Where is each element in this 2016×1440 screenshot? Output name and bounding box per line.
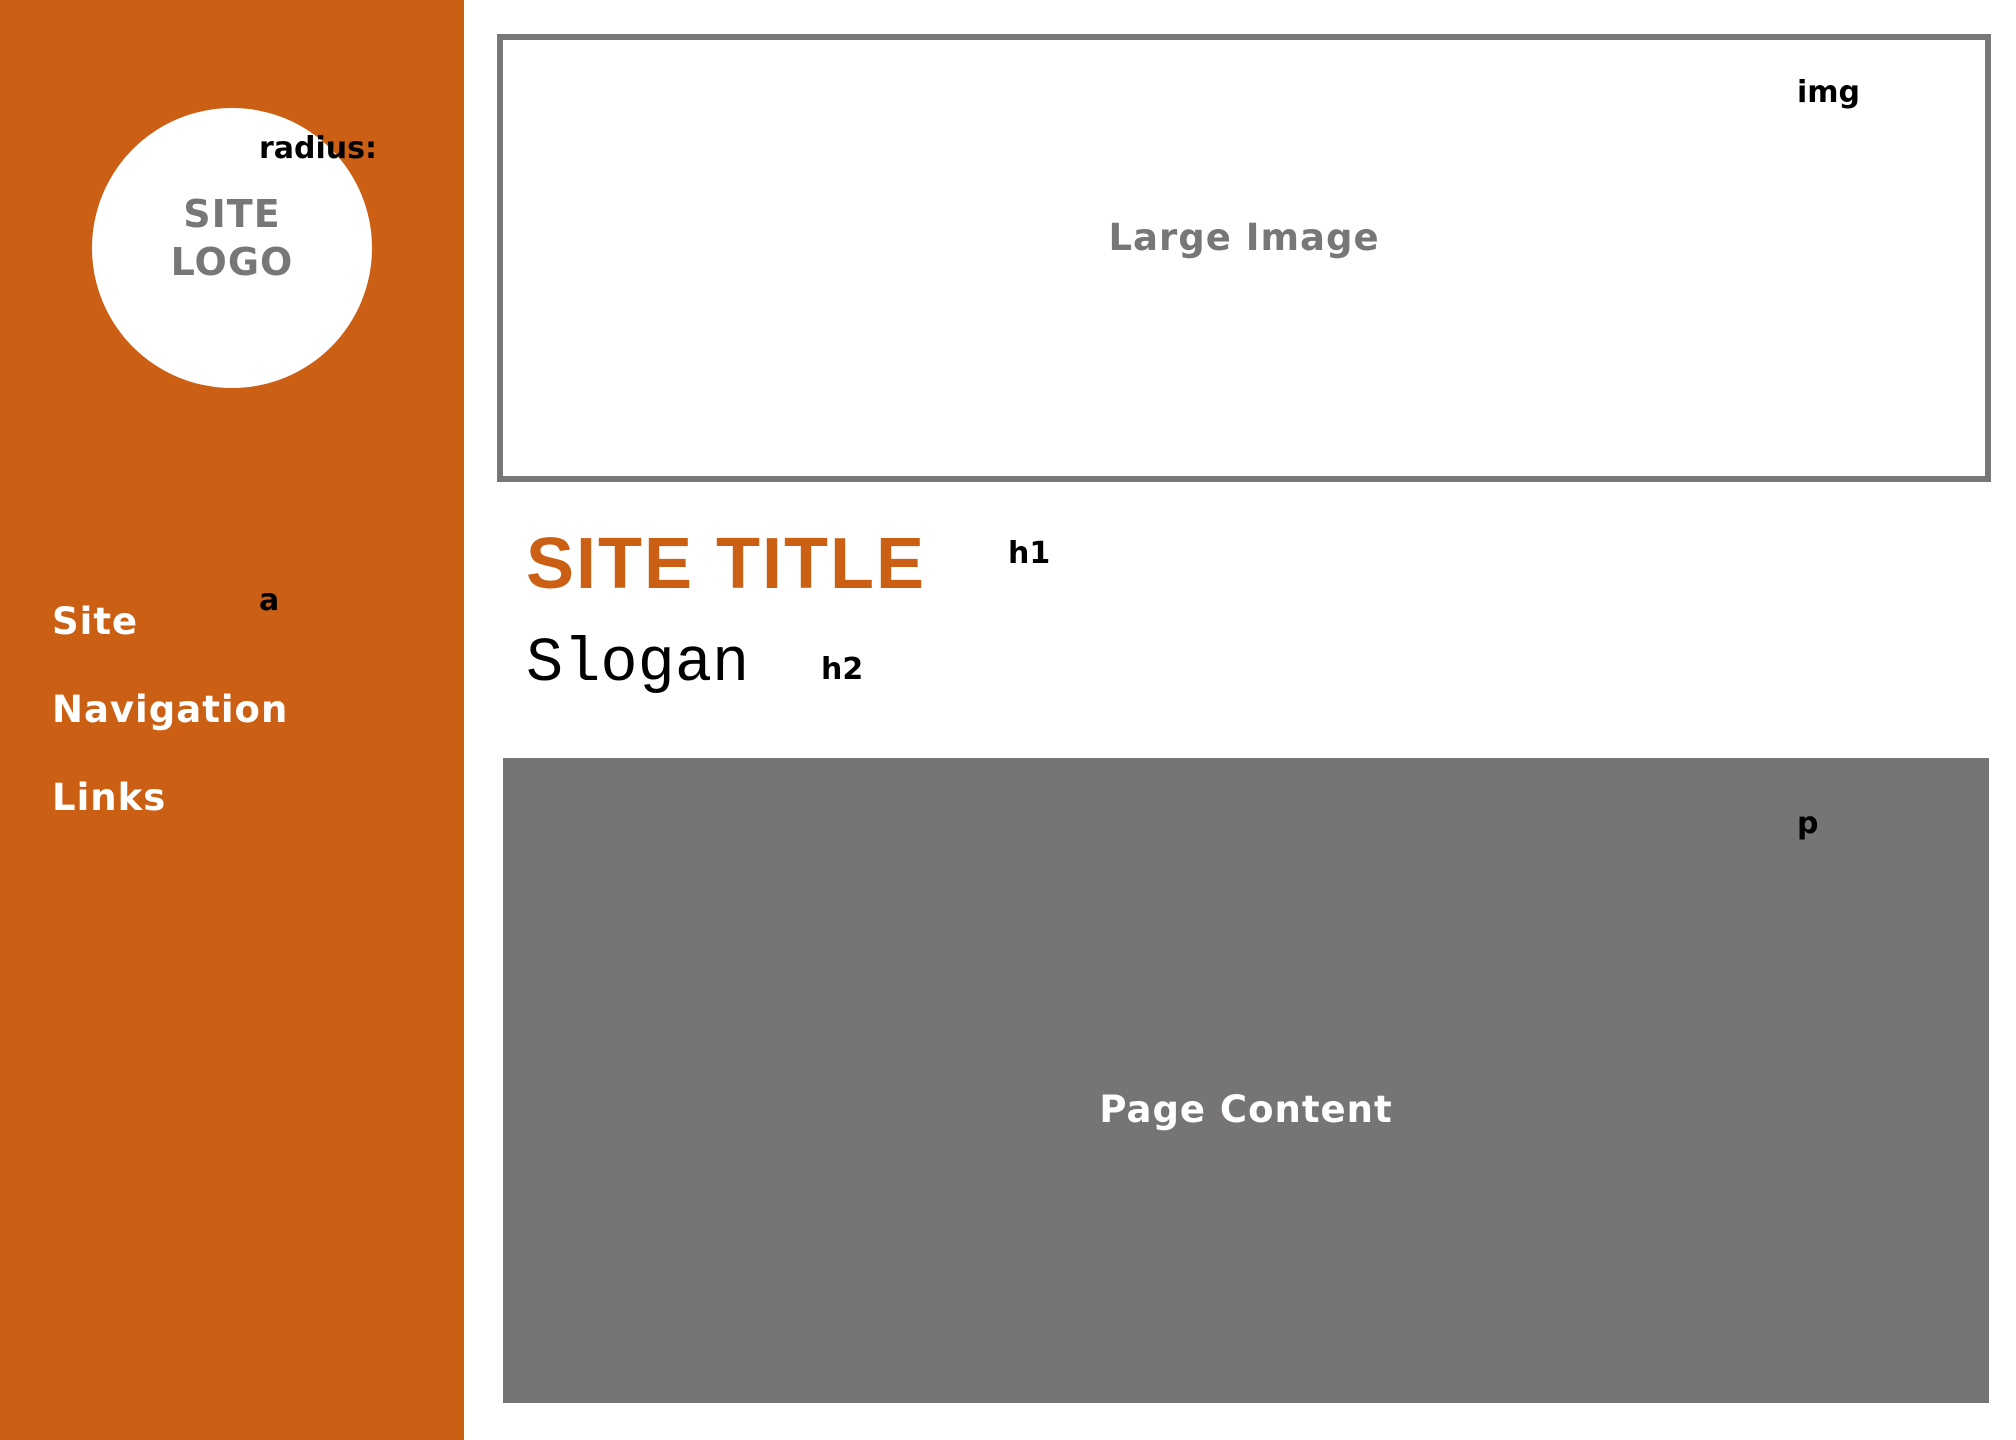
img-tag-note: img [1797, 75, 1861, 110]
page-content-label: Page Content [1099, 1088, 1393, 1131]
nav-link-navigation[interactable]: Navigation [52, 680, 288, 768]
h2-tag-note: h2 [821, 652, 864, 687]
nav-link-links[interactable]: Links [52, 768, 288, 856]
p-tag-note: p [1797, 806, 1819, 841]
nav-anchor-note: a [259, 583, 280, 618]
wireframe-page: SITE LOGO Site Navigation Links radius: … [0, 0, 2016, 1440]
slogan: Slogan [526, 628, 750, 699]
logo-line-2: LOGO [170, 240, 294, 284]
h1-tag-note: h1 [1008, 536, 1051, 571]
page-content-block: Page Content [503, 758, 1989, 1403]
large-image-placeholder: Large Image [497, 34, 1991, 482]
logo-line-1: SITE [183, 192, 281, 236]
site-navigation: Site Navigation Links [52, 592, 288, 856]
site-title: SITE TITLE [526, 524, 927, 604]
logo-text: SITE LOGO [92, 190, 372, 286]
logo-radius-note: radius: [259, 131, 378, 166]
large-image-label: Large Image [1108, 216, 1380, 259]
sidebar: SITE LOGO Site Navigation Links [0, 0, 464, 1440]
nav-link-site[interactable]: Site [52, 592, 288, 680]
